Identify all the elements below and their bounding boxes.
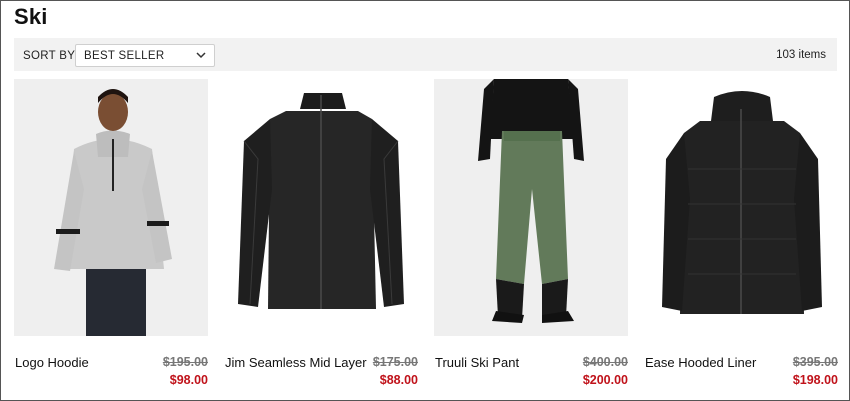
product-card-ease-hooded-liner[interactable]: Ease Hooded Liner $395.00 $198.00 bbox=[644, 79, 838, 389]
green-ski-pants-image bbox=[434, 79, 628, 336]
black-jacket-image bbox=[224, 79, 418, 336]
product-image[interactable] bbox=[434, 79, 628, 336]
product-card-truuli-ski-pant[interactable]: Truuli Ski Pant $400.00 $200.00 bbox=[434, 79, 628, 389]
original-price: $400.00 bbox=[582, 355, 628, 369]
black-hooded-jacket-image bbox=[644, 79, 838, 336]
original-price: $175.00 bbox=[372, 355, 418, 369]
sort-selected-value: BEST SELLER bbox=[84, 50, 165, 62]
sale-price: $200.00 bbox=[582, 373, 628, 387]
sort-toolbar: SORT BY: BEST SELLER 103 items bbox=[14, 38, 837, 71]
product-image[interactable] bbox=[644, 79, 838, 336]
product-image[interactable] bbox=[14, 79, 208, 336]
items-count: 103 items bbox=[776, 49, 826, 61]
sale-price: $98.00 bbox=[169, 373, 208, 387]
product-card-jim-seamless-mid-layer[interactable]: Jim Seamless Mid Layer $175.00 $88.00 bbox=[224, 79, 418, 389]
original-price: $395.00 bbox=[792, 355, 838, 369]
model-hoodie-image bbox=[14, 79, 208, 336]
product-name[interactable]: Truuli Ski Pant bbox=[435, 355, 519, 370]
sale-price: $88.00 bbox=[379, 373, 418, 387]
original-price: $195.00 bbox=[162, 355, 208, 369]
sort-dropdown[interactable]: BEST SELLER bbox=[75, 44, 215, 67]
page-title: Ski bbox=[14, 4, 48, 29]
sale-price: $198.00 bbox=[792, 373, 838, 387]
product-card-logo-hoodie[interactable]: Logo Hoodie $195.00 $98.00 bbox=[14, 79, 208, 389]
sort-label: SORT BY: bbox=[23, 50, 79, 62]
product-name[interactable]: Ease Hooded Liner bbox=[645, 355, 756, 370]
product-name[interactable]: Logo Hoodie bbox=[15, 355, 89, 370]
product-name[interactable]: Jim Seamless Mid Layer bbox=[225, 355, 367, 370]
product-image[interactable] bbox=[224, 79, 418, 336]
chevron-down-icon bbox=[196, 52, 206, 59]
product-listing-page: Ski SORT BY: BEST SELLER 103 items Logo … bbox=[0, 0, 850, 401]
